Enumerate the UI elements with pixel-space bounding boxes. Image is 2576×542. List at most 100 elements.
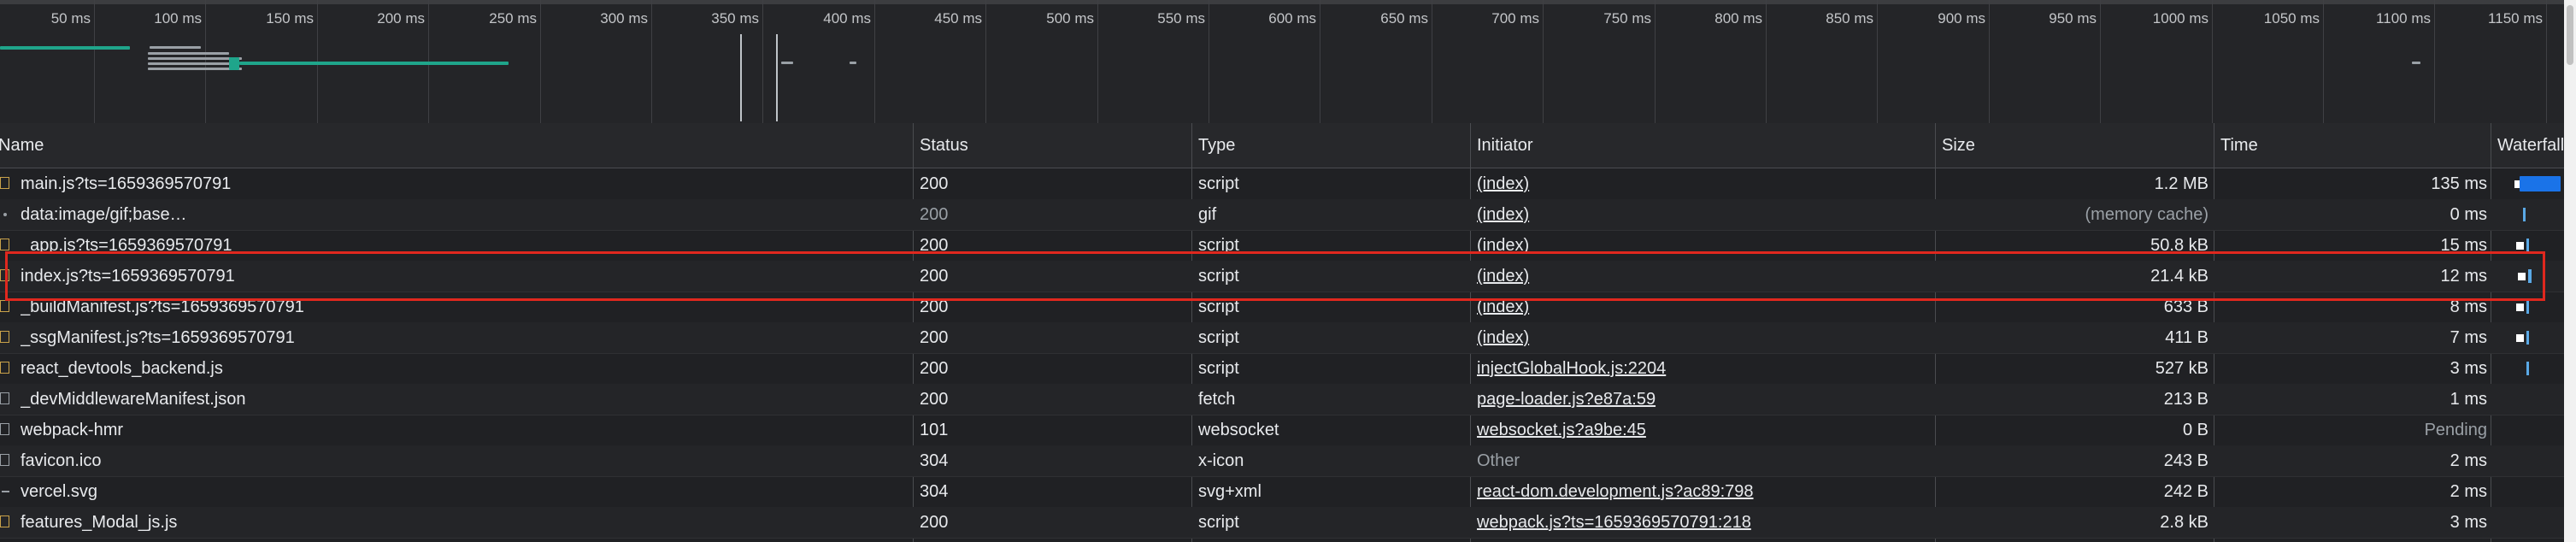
script-file-icon [0,239,9,250]
overview-tick-label: 100 ms [154,10,202,27]
overview-gridline [651,0,652,123]
request-row[interactable]: vercel.svg 304 svg+xml react-dom.developmen… [0,476,2564,508]
request-type: x-icon [1198,451,1244,470]
overview-gridline [1766,0,1767,123]
overview-tick-label: 150 ms [266,10,314,27]
column-header-type[interactable]: Type [1195,123,1468,168]
overview-bar [148,62,233,65]
column-header-name[interactable]: Name [0,123,901,168]
request-status: 101 [920,421,949,439]
request-row[interactable]: _devMiddlewareManifest.json 200 fetch page-… [0,384,2564,415]
column-header-time[interactable]: Time [2217,123,2491,168]
overview-gridline [1877,0,1878,123]
request-row[interactable]: main.js?ts=1659369570791 200 script (index)… [0,168,2564,200]
request-row[interactable]: _ssgManifest.js?ts=1659369570791 200 scrip… [0,322,2564,354]
script-file-icon [0,177,9,189]
request-name: webpack-hmr [21,421,124,439]
request-row[interactable]: data:image/gif;base… 200 gif (index) (memory… [0,199,2564,231]
overview-gridline [874,0,875,123]
request-time: 3 ms [2450,513,2487,532]
overview-gridline [2323,0,2324,123]
overview-tick-label: 950 ms [2049,10,2097,27]
waterfall-bar [2526,331,2529,345]
overview-tick-label: 300 ms [600,10,648,27]
request-status: 200 [920,513,949,532]
overview-bar [148,52,229,55]
request-initiator[interactable]: websocket.js?a9be:45 [1477,415,1930,445]
request-type: script [1198,174,1239,193]
request-type: fetch [1198,390,1236,409]
request-status: 200 [920,359,949,378]
request-time: 7 ms [2450,328,2487,347]
request-initiator[interactable]: (index) [1477,199,1930,230]
request-initiator[interactable]: (index) [1477,168,1930,199]
overview-tick-label: 700 ms [1491,10,1539,27]
request-initiator[interactable]: page-loader.js?e87a:59 [1477,384,1930,415]
overview-tick-label: 900 ms [1938,10,1985,27]
overview-tick-label: 400 ms [823,10,871,27]
script-file-icon [0,362,9,374]
overview-tick-label: 350 ms [711,10,759,27]
request-row[interactable]: react_devtools_backend.js 200 script inject… [0,353,2564,385]
request-time: 0 ms [2450,205,2487,224]
request-time: 135 ms [2431,174,2487,193]
overview-tick-label: 200 ms [377,10,425,27]
overview-dom-loaded-line [740,34,742,121]
data-uri-icon [3,213,7,216]
overview-gridline [205,0,206,123]
request-initiator[interactable]: react-dom.development.js?ac89:798 [1477,476,1930,507]
request-type: script [1198,359,1239,378]
request-row[interactable]: webpack-hmr 101 websocket websocket.js?a9be… [0,415,2564,446]
request-row[interactable]: favicon.ico 304 x-icon Other 243 B 2 ms [0,445,2564,477]
request-initiator: Other [1477,451,1520,470]
column-header-initiator[interactable]: Initiator [1473,123,1926,168]
request-size: 0 B [2182,421,2208,439]
overview-bar [148,57,242,60]
request-initiator[interactable]: injectGlobalHook.js:2204 [1477,353,1930,384]
request-time: 3 ms [2450,359,2487,378]
overview-gridline [2100,0,2101,123]
overview-tick-label: 1000 ms [2152,10,2208,27]
column-header-size[interactable]: Size [1938,123,2212,168]
request-initiator[interactable]: (index) [1477,322,1930,353]
overview-tick-label: 650 ms [1380,10,1428,27]
overview-tick-label: 600 ms [1268,10,1316,27]
request-row[interactable]: features_Modal_js.js 200 script webpack.js?… [0,507,2564,539]
overview-bar [150,46,201,49]
request-size: 1.2 MB [2154,174,2208,193]
column-header-status[interactable]: Status [916,123,1190,168]
overview-tick-label: 1050 ms [2263,10,2320,27]
request-status: 304 [920,451,949,470]
request-name: main.js?ts=1659369570791 [21,174,232,193]
request-name: favicon.ico [21,451,102,470]
request-status: 304 [920,482,949,501]
waterfall-bar [2526,362,2529,375]
request-status: 200 [920,328,949,347]
request-name: vercel.svg [21,482,98,501]
overview-gridline [2546,0,2547,123]
vertical-scrollbar[interactable] [2564,0,2576,542]
overview-load-line [776,34,778,121]
request-name: _ssgManifest.js?ts=1659369570791 [21,328,295,347]
document-icon [0,392,9,404]
request-type: gif [1198,205,1217,224]
request-size: 242 B [2163,482,2208,501]
waterfall-marker [2516,334,2524,342]
overview-tick-label: 450 ms [934,10,982,27]
request-name: _devMiddlewareManifest.json [21,390,246,409]
overview-bar [239,62,509,65]
request-status: 200 [920,205,949,224]
request-status: 200 [920,390,949,409]
overview-tick-label: 750 ms [1603,10,1651,27]
waterfall-marker [2516,242,2524,250]
overview-top-border [0,0,2576,4]
overview-tick-label: 550 ms [1157,10,1205,27]
request-initiator[interactable]: webpack.js?ts=1659369570791:218 [1477,507,1930,538]
overview-bar [148,68,242,70]
network-overview[interactable]: 50 ms 100 ms 150 ms 200 ms 250 ms 300 ms 350 m… [0,0,2576,124]
scrollbar-thumb[interactable] [2567,5,2573,65]
overview-gridline [2434,0,2435,123]
column-header-waterfall[interactable]: Waterfall [2494,123,2564,168]
overview-bar [229,57,239,70]
overview-gridline [2212,0,2213,123]
